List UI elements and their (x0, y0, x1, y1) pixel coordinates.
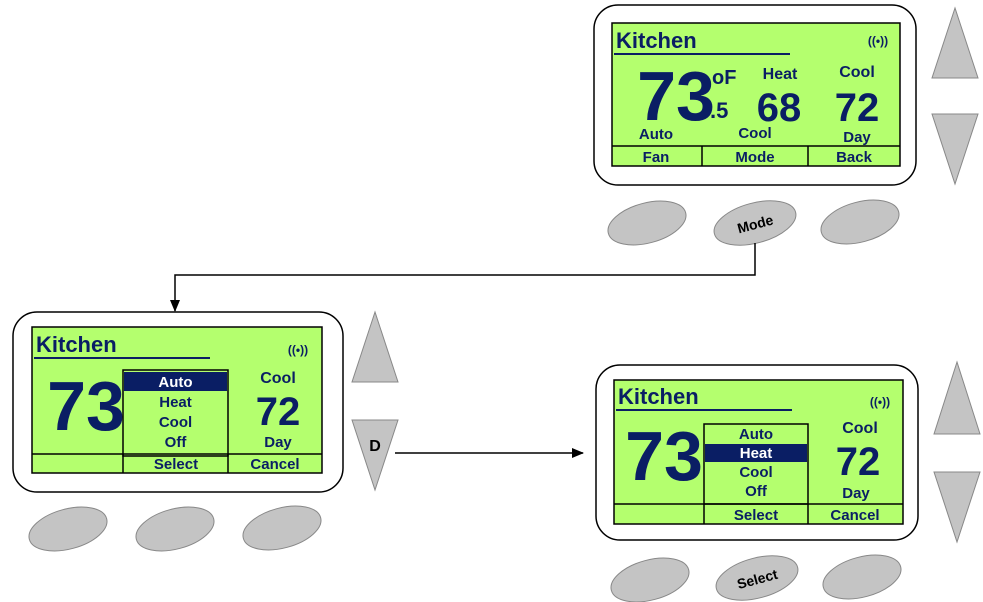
menu-item-auto[interactable]: Auto (158, 374, 192, 391)
menu-item-heat[interactable]: Heat (159, 394, 192, 411)
down-arrow-button[interactable] (933, 471, 981, 544)
up-arrow-button[interactable] (351, 310, 399, 383)
softkey-label-mode: Mode (735, 149, 774, 166)
schedule-state: Day (842, 485, 870, 502)
heat-label: Heat (763, 66, 798, 83)
softkey-button-select[interactable] (131, 499, 219, 558)
current-temp: 73 (637, 57, 715, 135)
softkey-button-cancel[interactable] (238, 498, 326, 557)
softkey-button-back[interactable] (816, 192, 904, 251)
up-arrow-button[interactable] (931, 6, 979, 79)
cool-label: Cool (839, 64, 875, 81)
softkey-button-fan[interactable] (603, 193, 691, 252)
softkey-button-cancel[interactable] (818, 547, 906, 602)
cool-setpoint: 72 (835, 86, 880, 130)
menu-item-heat[interactable]: Heat (740, 445, 773, 462)
cool-label: Cool (260, 370, 296, 387)
thermostat-top: Kitchen ((•)) 73 oF .5 Heat 68 Cool 72 A… (593, 4, 979, 252)
softkey-label-back: Back (836, 149, 873, 166)
cool-setpoint: 72 (256, 390, 301, 434)
softkey-button-left[interactable] (606, 550, 694, 602)
schedule-state: Day (264, 434, 292, 451)
room-name: Kitchen (618, 384, 699, 409)
softkey-label-select: Select (734, 507, 778, 524)
heat-setpoint: 68 (757, 86, 802, 130)
wireless-signal-icon: ((•)) (288, 343, 308, 357)
cool-label: Cool (842, 420, 878, 437)
menu-item-cool[interactable]: Cool (739, 464, 772, 481)
softkey-label-cancel: Cancel (250, 456, 299, 473)
down-arrow-button[interactable] (931, 113, 979, 186)
wireless-signal-icon: ((•)) (870, 395, 890, 409)
menu-item-off[interactable]: Off (745, 483, 768, 500)
mode-state: Cool (738, 125, 771, 142)
down-arrow-button[interactable] (351, 419, 399, 492)
menu-item-off[interactable]: Off (165, 434, 188, 451)
softkey-label-fan: Fan (643, 149, 670, 166)
down-key-press-label: D (369, 438, 381, 455)
temp-fraction: .5 (710, 98, 728, 123)
mode-change-diagram: Kitchen ((•)) 73 oF .5 Heat 68 Cool 72 A… (12, 4, 981, 602)
cool-setpoint: 72 (836, 440, 881, 484)
up-arrow-button[interactable] (933, 360, 981, 435)
flow-arrow-mode-to-menu (170, 243, 756, 312)
thermostat-left: Kitchen ((•)) 73 Auto Heat Cool Off Cool 72… (12, 310, 399, 558)
menu-item-cool[interactable]: Cool (159, 414, 192, 431)
softkey-label-select: Select (154, 456, 198, 473)
wireless-signal-icon: ((•)) (868, 34, 888, 48)
fan-state: Auto (639, 126, 673, 143)
menu-item-auto[interactable]: Auto (739, 426, 773, 443)
softkey-button-left[interactable] (24, 499, 112, 558)
room-name: Kitchen (616, 28, 697, 53)
schedule-state: Day (843, 129, 871, 146)
current-temp: 73 (625, 417, 703, 495)
softkey-label-cancel: Cancel (830, 507, 879, 524)
temp-unit: oF (712, 67, 736, 89)
thermostat-right: Kitchen ((•)) 73 Auto Heat Cool Off Cool 72… (595, 360, 981, 602)
current-temp: 73 (47, 367, 125, 445)
room-name: Kitchen (36, 332, 117, 357)
